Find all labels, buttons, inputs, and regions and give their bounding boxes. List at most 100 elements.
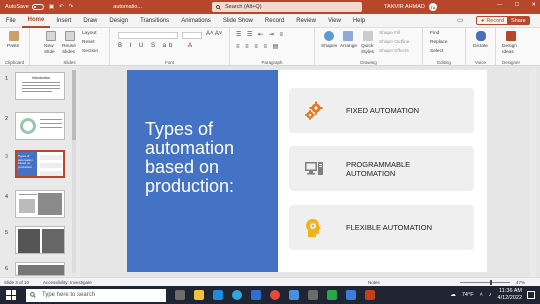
- automation-card[interactable]: FIXED AUTOMATION: [289, 88, 474, 133]
- font-color-icon[interactable]: A: [188, 43, 192, 49]
- tab-file[interactable]: File: [0, 14, 22, 28]
- quick-styles-icon[interactable]: [363, 31, 373, 41]
- tab-draw[interactable]: Draw: [77, 14, 103, 28]
- redo-icon[interactable]: ↷: [69, 4, 74, 10]
- find-button[interactable]: Find: [430, 31, 439, 36]
- new-slide-icon[interactable]: [46, 31, 56, 41]
- close-icon[interactable]: ✕: [531, 2, 536, 8]
- automation-card[interactable]: FLEXIBLE AUTOMATION: [289, 205, 474, 250]
- tab-record[interactable]: Record: [259, 14, 290, 28]
- excel-icon[interactable]: [327, 290, 337, 300]
- record-button[interactable]: ● Record: [476, 16, 510, 25]
- slide-thumbnail[interactable]: [15, 112, 65, 140]
- arrange-label[interactable]: Arrange: [340, 44, 357, 49]
- user-name[interactable]: TANVIR AHMAD: [384, 4, 425, 10]
- reuse-slides-label[interactable]: Reuse Slides: [62, 44, 78, 56]
- paste-icon[interactable]: [9, 31, 19, 41]
- edge-icon[interactable]: [232, 290, 242, 300]
- tab-review[interactable]: Review: [290, 14, 322, 28]
- tab-design[interactable]: Design: [103, 14, 134, 28]
- app-icon[interactable]: [289, 290, 299, 300]
- powerpoint-icon[interactable]: [365, 290, 375, 300]
- align-icons[interactable]: ≡ ≡ ≡ ≡ ▤: [236, 43, 280, 50]
- font-family-select[interactable]: [118, 32, 178, 39]
- replace-button[interactable]: Replace: [430, 40, 448, 45]
- task-view-icon[interactable]: [175, 290, 185, 300]
- automation-card[interactable]: PROGRAMMABLE AUTOMATION: [289, 146, 474, 191]
- slide-thumbnail[interactable]: [15, 190, 65, 218]
- list-icons[interactable]: ☰ ☰ ⇤ ⇥ ≡: [236, 31, 285, 38]
- volume-icon[interactable]: ♪: [489, 292, 492, 298]
- reuse-slides-icon[interactable]: [65, 31, 75, 41]
- zoom-slider[interactable]: [460, 282, 510, 283]
- share-button[interactable]: Share: [507, 16, 530, 25]
- accessibility-status[interactable]: Accessibility: Investigate: [43, 280, 92, 285]
- tray-chevron-icon[interactable]: ˄: [480, 292, 483, 298]
- slide-thumbnail[interactable]: [15, 262, 65, 276]
- shapes-icon[interactable]: [324, 31, 334, 41]
- zoom-level[interactable]: 47%: [516, 280, 525, 285]
- dictate-label[interactable]: Dictate: [473, 44, 488, 49]
- avatar[interactable]: TA: [429, 3, 437, 11]
- layout-button[interactable]: Layout: [82, 31, 96, 36]
- slide-scrollbar[interactable]: [530, 70, 536, 277]
- taskbar-search[interactable]: Type here to search: [26, 288, 166, 302]
- select-button[interactable]: Select: [430, 49, 443, 54]
- zoom-slider-knob[interactable]: [490, 280, 492, 285]
- design-ideas-icon[interactable]: [506, 31, 516, 41]
- shapes-label[interactable]: Shapes: [321, 44, 337, 49]
- search-box[interactable]: Search (Alt+Q): [212, 2, 362, 12]
- paragraph-label: Paragraph: [261, 60, 283, 65]
- app-icon[interactable]: [308, 290, 318, 300]
- thumbnail-scrollbar[interactable]: [72, 70, 76, 273]
- shape-effects-button[interactable]: Shape Effects: [379, 49, 409, 54]
- slide-thumbnail-selected[interactable]: Types of automation based on production: [15, 150, 65, 178]
- store-icon[interactable]: [213, 290, 223, 300]
- shape-fill-button[interactable]: Shape Fill: [379, 31, 400, 36]
- slide-title[interactable]: Types of automation based on production:: [145, 120, 270, 196]
- notes-button[interactable]: Notes: [368, 280, 380, 285]
- scrollbar-thumb[interactable]: [72, 70, 76, 140]
- reset-button[interactable]: Reset: [82, 40, 95, 45]
- app-icon[interactable]: [346, 290, 356, 300]
- comment-icon[interactable]: ▭: [457, 16, 464, 24]
- autosave-toggle[interactable]: [31, 4, 44, 10]
- editing-label: Editing: [437, 60, 451, 65]
- slide-thumbnail[interactable]: [15, 226, 65, 254]
- chrome-icon[interactable]: [270, 290, 280, 300]
- tab-slide-show[interactable]: Slide Show: [217, 14, 259, 28]
- notification-icon[interactable]: [527, 291, 535, 299]
- slide-thumbnail[interactable]: Introduction: [15, 72, 65, 100]
- font-size-select[interactable]: [182, 32, 202, 39]
- file-name[interactable]: automatio...: [113, 4, 142, 10]
- file-explorer-icon[interactable]: [194, 290, 204, 300]
- tab-animations[interactable]: Animations: [175, 14, 217, 28]
- weather-icon[interactable]: ☁: [450, 292, 456, 298]
- tab-view[interactable]: View: [322, 14, 347, 28]
- tab-insert[interactable]: Insert: [50, 14, 77, 28]
- clock[interactable]: 11:36 AM 4/12/2022: [498, 288, 522, 302]
- new-slide-label[interactable]: New Slide: [44, 44, 60, 56]
- quick-styles-label[interactable]: Quick Styles: [361, 44, 375, 56]
- designer-group: Design Ideas Designer: [496, 28, 526, 66]
- windows-start-icon[interactable]: [6, 290, 16, 300]
- arrange-icon[interactable]: [343, 31, 353, 41]
- save-icon[interactable]: ▣: [49, 4, 54, 10]
- design-ideas-label[interactable]: Design Ideas: [502, 44, 522, 56]
- word-icon[interactable]: [251, 290, 261, 300]
- weather-temp[interactable]: 74°F: [462, 292, 474, 298]
- undo-icon[interactable]: ↶: [59, 4, 64, 10]
- minimize-icon[interactable]: —: [497, 2, 503, 8]
- maximize-icon[interactable]: ☐: [514, 2, 519, 8]
- font-size-grow-icon[interactable]: A˄ A˅: [206, 31, 222, 37]
- shape-outline-button[interactable]: Shape Outline: [379, 40, 409, 45]
- font-format-icons[interactable]: B I U S ab: [118, 43, 175, 49]
- section-button[interactable]: Section: [82, 49, 98, 54]
- thumbnail-number: 2: [5, 116, 9, 122]
- microphone-icon[interactable]: [476, 31, 486, 41]
- slide-canvas[interactable]: Types of automation based on production:…: [127, 70, 487, 272]
- tab-help[interactable]: Help: [347, 14, 371, 28]
- tab-transitions[interactable]: Transitions: [134, 14, 175, 28]
- paste-label[interactable]: Paste: [7, 44, 19, 49]
- tab-home[interactable]: Home: [21, 14, 51, 28]
